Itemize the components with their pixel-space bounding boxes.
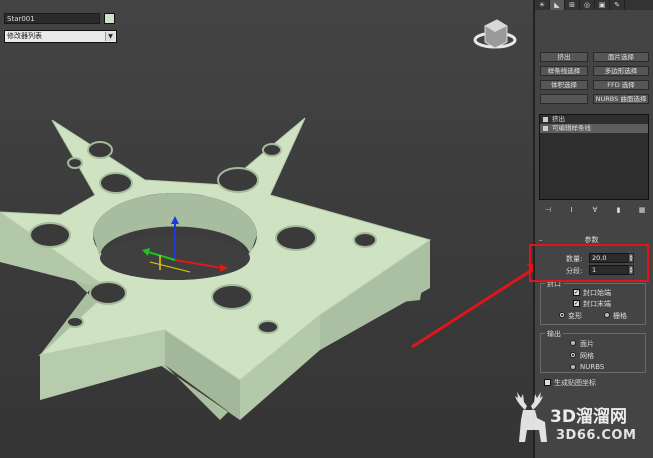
rollout-title: 参数 <box>584 236 599 244</box>
output-mesh-radio[interactable] <box>570 352 576 358</box>
modify-tab-icon[interactable]: ◣ <box>550 0 565 10</box>
output-patch-label: 面片 <box>580 340 594 348</box>
ffd-select-button[interactable]: FFD 选择 <box>593 80 649 90</box>
stack-item-label: 挤出 <box>552 115 565 123</box>
generate-mapping-label: 生成贴图坐标 <box>554 379 596 387</box>
configure-sets-icon[interactable]: ▦ <box>637 205 647 215</box>
output-nurbs-radio[interactable] <box>570 364 576 370</box>
generate-mapping-checkbox[interactable] <box>544 379 551 386</box>
watermark-url: 3D66.COM <box>556 428 637 443</box>
hierarchy-tab-icon[interactable]: ⊞ <box>565 0 580 10</box>
poly-select-button[interactable]: 多边形选择 <box>593 66 649 76</box>
highlight-box <box>529 244 649 282</box>
vol-select-button[interactable]: 体积选择 <box>540 80 588 90</box>
chevron-down-icon[interactable]: ▼ <box>105 32 115 41</box>
object-name-field[interactable]: Star001 <box>4 13 100 24</box>
cap-end-label: 封口末端 <box>583 300 611 308</box>
spline-select-button[interactable]: 样条线选择 <box>540 66 588 76</box>
nurbs-surface-select-button[interactable]: NURBS 曲面选择 <box>593 94 649 104</box>
viewport-perspective[interactable] <box>0 0 533 458</box>
lightbulb-icon[interactable] <box>543 117 548 122</box>
create-tab-icon[interactable]: ☀ <box>535 0 550 10</box>
morph-radio[interactable] <box>559 312 565 318</box>
output-nurbs-label: NURBS <box>580 363 605 371</box>
pin-stack-icon[interactable]: ⊣ <box>543 205 553 215</box>
stack-toolbar: ⊣ Ⅰ ∀ ▮ ▦ <box>543 205 647 217</box>
patch-select-button[interactable]: 面片选择 <box>593 52 649 62</box>
motion-tab-icon[interactable]: ◎ <box>580 0 595 10</box>
rollout-collapse-icon: – <box>539 236 543 244</box>
stack-item-label: 可编辑样条线 <box>552 124 591 132</box>
grid-radio[interactable] <box>604 312 610 318</box>
modifier-stack[interactable]: 挤出 可编辑样条线 <box>539 114 649 200</box>
expand-icon[interactable] <box>543 126 548 131</box>
utilities-tab-icon[interactable]: ✎ <box>610 0 625 10</box>
output-patch-radio[interactable] <box>570 340 576 346</box>
stack-item-editable-spline[interactable]: 可编辑样条线 <box>540 124 648 133</box>
stack-item-extrude[interactable]: 挤出 <box>540 115 648 124</box>
display-tab-icon[interactable]: ▣ <box>595 0 610 10</box>
object-color-swatch[interactable] <box>104 13 115 24</box>
make-unique-icon[interactable]: ∀ <box>590 205 600 215</box>
output-group-label: 输出 <box>545 329 563 339</box>
cap-start-checkbox[interactable]: ✓ <box>573 289 580 296</box>
parameters-rollout-header[interactable]: – 参数 <box>535 236 648 244</box>
cap-end-checkbox[interactable]: ✓ <box>573 300 580 307</box>
morph-label: 变形 <box>568 312 582 320</box>
command-panel-tabs: ☀ ◣ ⊞ ◎ ▣ ✎ <box>535 0 653 10</box>
output-mesh-label: 网格 <box>580 352 594 360</box>
modifier-list-label: 修改器列表 <box>7 32 42 40</box>
star-object[interactable] <box>0 0 533 458</box>
watermark-brand: 3D溜溜网 <box>550 407 627 427</box>
remove-modifier-icon[interactable]: ▮ <box>614 205 624 215</box>
modifier-list-dropdown[interactable]: 修改器列表 ▼ <box>4 30 117 43</box>
show-end-result-icon[interactable]: Ⅰ <box>567 205 577 215</box>
cap-start-label: 封口始端 <box>583 289 611 297</box>
grid-label: 栅格 <box>613 312 627 320</box>
empty-modifier-button[interactable] <box>540 94 588 104</box>
extrude-button[interactable]: 挤出 <box>540 52 588 62</box>
